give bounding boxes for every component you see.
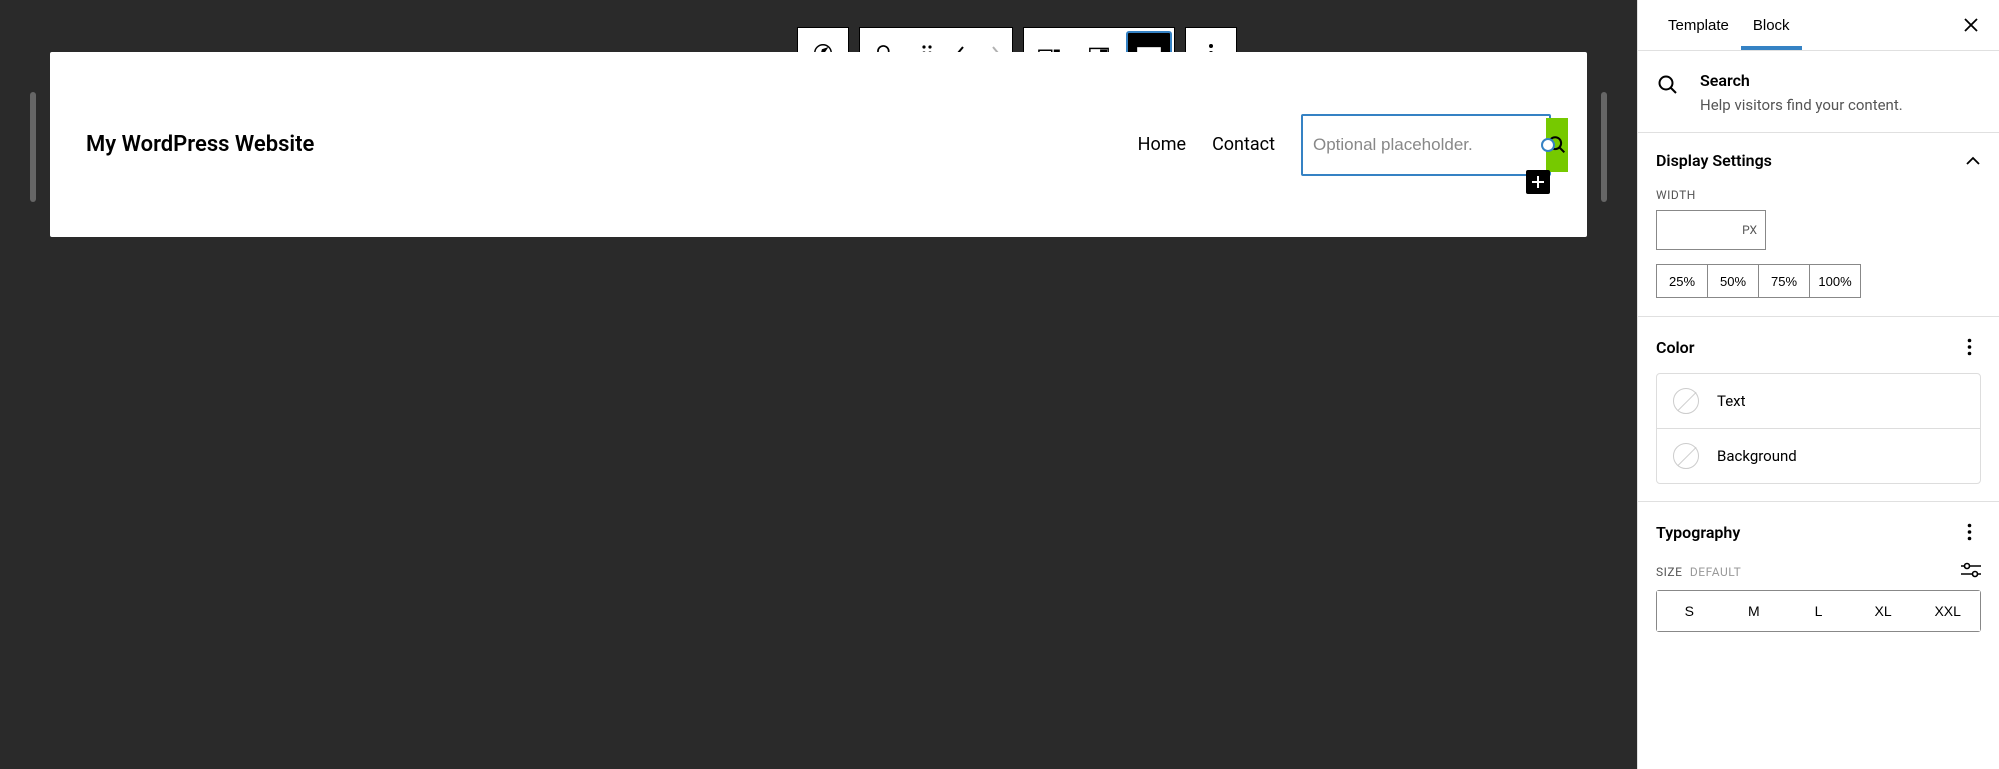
empty-swatch-icon <box>1673 443 1699 469</box>
block-info: Search Help visitors find your content. <box>1638 51 1999 133</box>
width-label: WIDTH <box>1656 188 1981 202</box>
settings-sidebar: Template Block Search Help visitors find… <box>1637 0 1999 769</box>
chevron-up-icon <box>1965 156 1981 166</box>
size-xxl[interactable]: XXL <box>1915 591 1980 631</box>
width-percent-buttons: 25% 50% 75% 100% <box>1656 264 1981 298</box>
font-size-buttons: S M L XL XXL <box>1656 590 1981 632</box>
add-block-button[interactable] <box>1526 170 1550 194</box>
canvas-resize-left[interactable] <box>30 92 36 202</box>
width-50[interactable]: 50% <box>1707 264 1759 298</box>
typography-panel: Typography SIZE DEFAULT S M L XL XXL <box>1638 502 1999 650</box>
background-color-button[interactable]: Background <box>1656 428 1981 484</box>
color-panel: Color Text Background <box>1638 317 1999 502</box>
color-options-button[interactable] <box>1957 335 1981 359</box>
width-25[interactable]: 25% <box>1656 264 1708 298</box>
search-block[interactable] <box>1301 114 1551 176</box>
editor-canvas: My WordPress Website Home Contact <box>0 0 1637 769</box>
block-description: Help visitors find your content. <box>1700 96 1903 114</box>
typography-title: Typography <box>1656 523 1740 542</box>
sliders-icon[interactable] <box>1961 562 1981 582</box>
size-s[interactable]: S <box>1657 591 1722 631</box>
width-75[interactable]: 75% <box>1758 264 1810 298</box>
search-input[interactable] <box>1303 116 1544 174</box>
tab-template[interactable]: Template <box>1656 0 1741 50</box>
size-l[interactable]: L <box>1786 591 1851 631</box>
display-settings-panel: Display Settings WIDTH PX 25% 50% 75% 10… <box>1638 133 1999 317</box>
header-template: My WordPress Website Home Contact <box>50 52 1587 237</box>
empty-swatch-icon <box>1673 388 1699 414</box>
search-icon <box>1656 73 1682 99</box>
size-label: SIZE DEFAULT <box>1656 565 1741 579</box>
size-m[interactable]: M <box>1722 591 1787 631</box>
navigation: Home Contact <box>1138 114 1551 176</box>
typography-options-button[interactable] <box>1957 520 1981 544</box>
tab-block[interactable]: Block <box>1741 0 1802 50</box>
text-color-button[interactable]: Text <box>1656 373 1981 429</box>
width-input[interactable]: PX <box>1656 210 1766 250</box>
site-title[interactable]: My WordPress Website <box>86 132 314 157</box>
display-settings-toggle[interactable]: Display Settings <box>1656 151 1981 170</box>
close-sidebar-button[interactable] <box>1957 11 1985 39</box>
color-title: Color <box>1656 338 1694 357</box>
canvas-resize-right[interactable] <box>1601 92 1607 202</box>
nav-link-contact[interactable]: Contact <box>1212 134 1275 155</box>
nav-link-home[interactable]: Home <box>1138 134 1186 155</box>
block-title: Search <box>1700 71 1903 90</box>
sidebar-tabs: Template Block <box>1638 0 1999 51</box>
size-xl[interactable]: XL <box>1851 591 1916 631</box>
width-100[interactable]: 100% <box>1809 264 1861 298</box>
resize-handle-icon[interactable] <box>1541 138 1555 152</box>
